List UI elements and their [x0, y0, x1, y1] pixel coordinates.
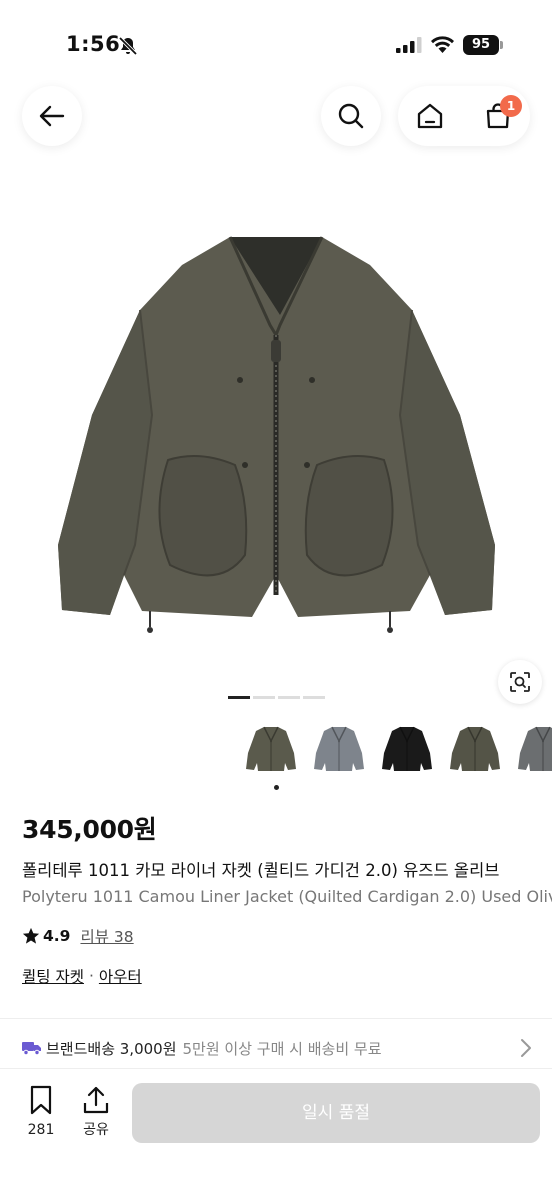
image-search-button[interactable]	[498, 660, 542, 704]
rating-value: 4.9	[43, 927, 71, 945]
shipping-fee-label: 브랜드배송 3,000원	[46, 1039, 177, 1058]
search-button[interactable]	[321, 86, 381, 146]
share-label: 공유	[83, 1122, 109, 1138]
category-link-outer[interactable]: 아우터	[99, 965, 142, 987]
category-link-quilted-jacket[interactable]: 퀼팅 자켓	[22, 965, 84, 987]
product-image-jacket[interactable]	[40, 215, 512, 645]
free-shipping-note: 5만원 이상 구매 시 배송비 무료	[182, 1039, 382, 1058]
wifi-icon	[431, 36, 454, 53]
bookmark-count: 281	[27, 1122, 55, 1138]
share-icon	[83, 1086, 109, 1114]
battery-level: 95	[463, 35, 499, 55]
chevron-right-icon	[521, 1039, 531, 1057]
home-button[interactable]	[400, 86, 460, 146]
jacket-thumbnail-icon	[382, 726, 432, 771]
category-breadcrumb: 퀼팅 자켓 · 아우터	[22, 965, 142, 987]
product-title-english: Polyteru 1011 Camou Liner Jacket (Quilte…	[22, 887, 552, 906]
selected-thumbnail-indicator	[274, 785, 279, 790]
battery-cap	[500, 41, 503, 49]
thumbnail-grey[interactable]	[312, 720, 366, 776]
category-separator: ·	[88, 967, 94, 985]
pager-dot	[278, 696, 300, 699]
divider	[0, 1018, 552, 1019]
status-bar: 1:56 95	[0, 0, 552, 90]
pager-dot	[303, 696, 325, 699]
home-icon	[417, 103, 443, 129]
home-cart-group: 1	[398, 86, 530, 146]
share-button[interactable]: 공유	[73, 1085, 119, 1139]
jacket-thumbnail-icon	[518, 726, 552, 771]
thumbnail-olive[interactable]	[244, 720, 298, 776]
star-icon	[22, 927, 40, 944]
arrow-left-icon	[39, 105, 65, 127]
sold-out-button[interactable]: 일시 품절	[132, 1083, 540, 1143]
bell-slash-icon	[118, 36, 138, 56]
color-thumbnails	[244, 720, 552, 780]
rating-row: 4.9 리뷰 38	[22, 925, 134, 947]
thumbnail-olive-dark[interactable]	[448, 720, 502, 776]
bookmark-button[interactable]: 281	[18, 1085, 64, 1139]
image-search-icon	[510, 672, 530, 692]
shipping-info-row[interactable]: 브랜드배송 3,000원 5만원 이상 구매 시 배송비 무료	[22, 1036, 532, 1060]
cart-count-badge: 1	[500, 95, 522, 117]
back-button[interactable]	[22, 86, 82, 146]
status-time: 1:56	[66, 32, 121, 56]
jacket-thumbnail-icon	[314, 726, 364, 771]
review-link[interactable]: 리뷰 38	[80, 925, 133, 947]
jacket-thumbnail-icon	[246, 726, 296, 771]
product-title-korean: 폴리테루 1011 카모 라이너 자켓 (퀼티드 가디건 2.0) 유즈드 올리…	[22, 861, 500, 880]
jacket-thumbnail-icon	[450, 726, 500, 771]
price: 345,000원	[22, 815, 157, 844]
bookmark-icon	[30, 1085, 52, 1115]
cart-button[interactable]: 1	[468, 86, 528, 146]
bottom-action-bar: 281 공유 일시 품절	[0, 1068, 552, 1200]
thumbnail-black[interactable]	[380, 720, 434, 776]
search-icon	[338, 103, 364, 129]
thumbnail-charcoal[interactable]	[516, 720, 552, 776]
pager-dot	[228, 696, 250, 699]
signal-icon	[396, 37, 422, 53]
image-pager	[228, 696, 325, 699]
pager-dot	[253, 696, 275, 699]
truck-icon	[22, 1042, 41, 1056]
battery-indicator: 95	[463, 35, 503, 55]
